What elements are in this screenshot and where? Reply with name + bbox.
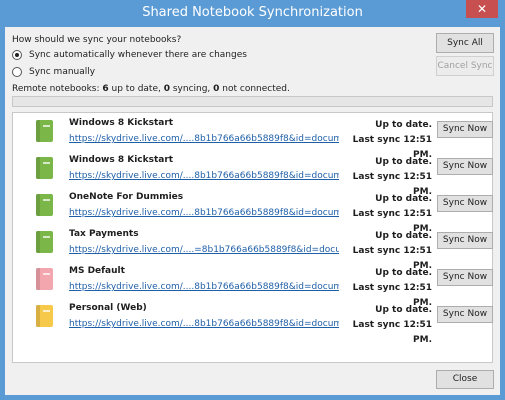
- status-text: Up to date.: [375, 194, 432, 204]
- sync-now-button[interactable]: Sync Now: [437, 195, 493, 212]
- notebook-row: Personal (Web) https://skydrive.live.com…: [13, 300, 493, 345]
- dialog-window: Shared Notebook Synchronization ✕ How sh…: [0, 0, 505, 400]
- option-manual-label: Sync manually: [29, 67, 96, 77]
- notebook-name: MS Default: [69, 266, 125, 276]
- close-button[interactable]: Close: [436, 370, 494, 389]
- sync-now-button[interactable]: Sync Now: [437, 306, 493, 323]
- notebook-row: Windows 8 Kickstart https://skydrive.liv…: [13, 152, 493, 197]
- summary-prefix: Remote notebooks:: [12, 84, 103, 94]
- notebook-link[interactable]: https://skydrive.live.com/....=8b1b766a6…: [69, 245, 339, 255]
- option-sync-automatically[interactable]: Sync automatically whenever there are ch…: [12, 50, 247, 60]
- status-text: Up to date.: [375, 231, 432, 241]
- notebook-icon: [36, 120, 53, 142]
- dialog-title: Shared Notebook Synchronization: [142, 5, 363, 20]
- sync-all-button[interactable]: Sync All: [436, 33, 494, 53]
- notebook-icon: [36, 268, 53, 290]
- close-window-button[interactable]: ✕: [466, 0, 498, 18]
- cancel-sync-button[interactable]: Cancel Sync: [436, 56, 494, 76]
- notebook-name: Tax Payments: [69, 229, 139, 239]
- last-sync-text: Last sync 12:51 PM.: [352, 320, 432, 345]
- notebook-row: Windows 8 Kickstart https://skydrive.liv…: [13, 115, 493, 160]
- sync-now-button[interactable]: Sync Now: [437, 232, 493, 249]
- up-to-date-text: up to date,: [108, 84, 164, 94]
- status-text: Up to date.: [375, 157, 432, 167]
- title-bar: Shared Notebook Synchronization ✕: [0, 0, 505, 27]
- notebook-row: Tax Payments https://skydrive.live.com/.…: [13, 226, 493, 271]
- sync-question: How should we sync your notebooks?: [12, 35, 182, 45]
- remote-notebooks-summary: Remote notebooks: 6 up to date, 0 syncin…: [12, 84, 290, 94]
- notebook-link[interactable]: https://skydrive.live.com/....8b1b766a66…: [69, 208, 339, 218]
- status-text: Up to date.: [375, 120, 432, 130]
- notebook-link[interactable]: https://skydrive.live.com/....8b1b766a66…: [69, 319, 339, 329]
- syncing-text: syncing,: [169, 84, 214, 94]
- notebook-icon: [36, 157, 53, 179]
- notebook-icon: [36, 305, 53, 327]
- sync-now-button[interactable]: Sync Now: [437, 158, 493, 175]
- notebook-name: Windows 8 Kickstart: [69, 118, 174, 128]
- status-text: Up to date.: [375, 268, 432, 278]
- sync-now-button[interactable]: Sync Now: [437, 121, 493, 138]
- option-auto-label: Sync automatically whenever there are ch…: [29, 50, 247, 60]
- sync-now-button[interactable]: Sync Now: [437, 269, 493, 286]
- notebook-name: OneNote For Dummies: [69, 192, 184, 202]
- option-sync-manually[interactable]: Sync manually: [12, 67, 95, 77]
- notebook-link[interactable]: https://skydrive.live.com/....8b1b766a66…: [69, 282, 339, 292]
- notebook-link[interactable]: https://skydrive.live.com/....8b1b766a66…: [69, 134, 339, 144]
- sync-progress-bar: [12, 96, 493, 107]
- notebook-name: Windows 8 Kickstart: [69, 155, 174, 165]
- notebook-icon: [36, 231, 53, 253]
- notebook-status: Up to date. Last sync 12:51 PM.: [339, 303, 432, 348]
- dialog-body: How should we sync your notebooks? Sync …: [5, 27, 500, 395]
- notebook-link[interactable]: https://skydrive.live.com/....8b1b766a66…: [69, 171, 339, 181]
- notebook-row: MS Default https://skydrive.live.com/...…: [13, 263, 493, 308]
- not-connected-text: not connected.: [219, 84, 290, 94]
- notebook-row: OneNote For Dummies https://skydrive.liv…: [13, 189, 493, 234]
- notebook-name: Personal (Web): [69, 303, 147, 313]
- status-text: Up to date.: [375, 305, 432, 315]
- radio-manual[interactable]: [12, 67, 22, 77]
- notebook-list: Windows 8 Kickstart https://skydrive.liv…: [12, 112, 493, 363]
- radio-auto[interactable]: [12, 50, 22, 60]
- notebook-icon: [36, 194, 53, 216]
